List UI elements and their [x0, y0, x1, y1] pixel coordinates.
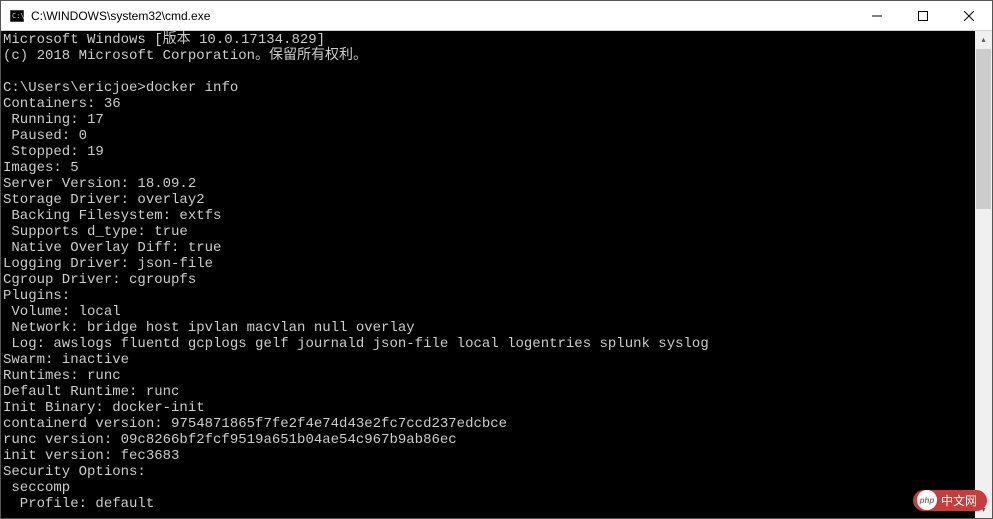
- out-storage-driver: Storage Driver: overlay2: [3, 192, 205, 208]
- terminal-output[interactable]: Microsoft Windows [版本 10.0.17134.829] (c…: [1, 31, 975, 518]
- out-init-binary: Init Binary: docker-init: [3, 400, 205, 416]
- out-init-version: init version: fec3683: [3, 448, 179, 464]
- scroll-thumb[interactable]: [976, 49, 991, 209]
- terminal-area: Microsoft Windows [版本 10.0.17134.829] (c…: [1, 31, 992, 518]
- out-paused: Paused: 0: [3, 128, 87, 144]
- svg-text:C:\: C:\: [12, 12, 24, 20]
- scrollbar: ▴ ▾: [975, 31, 992, 518]
- out-runc-version: runc version: 09c8266bf2fcf9519a651b04ae…: [3, 432, 457, 448]
- out-volume: Volume: local: [3, 304, 121, 320]
- out-swarm: Swarm: inactive: [3, 352, 129, 368]
- window-title: C:\WINDOWS\system32\cmd.exe: [31, 9, 854, 23]
- out-logging-driver: Logging Driver: json-file: [3, 256, 213, 272]
- out-backing-fs: Backing Filesystem: extfs: [3, 208, 221, 224]
- out-cgroup-driver: Cgroup Driver: cgroupfs: [3, 272, 196, 288]
- out-default-runtime: Default Runtime: runc: [3, 384, 179, 400]
- titlebar: C:\ C:\WINDOWS\system32\cmd.exe: [1, 1, 992, 31]
- cmd-window: C:\ C:\WINDOWS\system32\cmd.exe Microsof…: [0, 0, 993, 519]
- out-containerd-version: containerd version: 9754871865f7fe2f4e74…: [3, 416, 507, 432]
- header-line-2: (c) 2018 Microsoft Corporation。保留所有权利。: [3, 48, 367, 64]
- out-network: Network: bridge host ipvlan macvlan null…: [3, 320, 415, 336]
- out-running: Running: 17: [3, 112, 104, 128]
- out-runtimes: Runtimes: runc: [3, 368, 121, 384]
- out-images: Images: 5: [3, 160, 79, 176]
- out-supports-dtype: Supports d_type: true: [3, 224, 188, 240]
- out-stopped: Stopped: 19: [3, 144, 104, 160]
- prompt: C:\Users\ericjoe>: [3, 80, 146, 96]
- out-log: Log: awslogs fluentd gcplogs gelf journa…: [3, 336, 709, 352]
- maximize-button[interactable]: [900, 1, 946, 30]
- out-plugins: Plugins:: [3, 288, 70, 304]
- out-native-overlay: Native Overlay Diff: true: [3, 240, 221, 256]
- minimize-button[interactable]: [854, 1, 900, 30]
- close-button[interactable]: [946, 1, 992, 30]
- out-seccomp: seccomp: [3, 480, 70, 496]
- out-containers: Containers: 36: [3, 96, 121, 112]
- scroll-up-button[interactable]: ▴: [975, 31, 992, 48]
- out-security-options: Security Options:: [3, 464, 146, 480]
- header-line-1: Microsoft Windows [版本 10.0.17134.829]: [3, 32, 325, 48]
- out-profile: Profile: default: [3, 496, 154, 512]
- watermark-text: 中文网: [941, 492, 977, 509]
- cmd-icon: C:\: [9, 8, 25, 24]
- command: docker info: [146, 80, 238, 96]
- window-controls: [854, 1, 992, 30]
- out-server-version: Server Version: 18.09.2: [3, 176, 196, 192]
- watermark-badge: 中文网: [913, 490, 987, 511]
